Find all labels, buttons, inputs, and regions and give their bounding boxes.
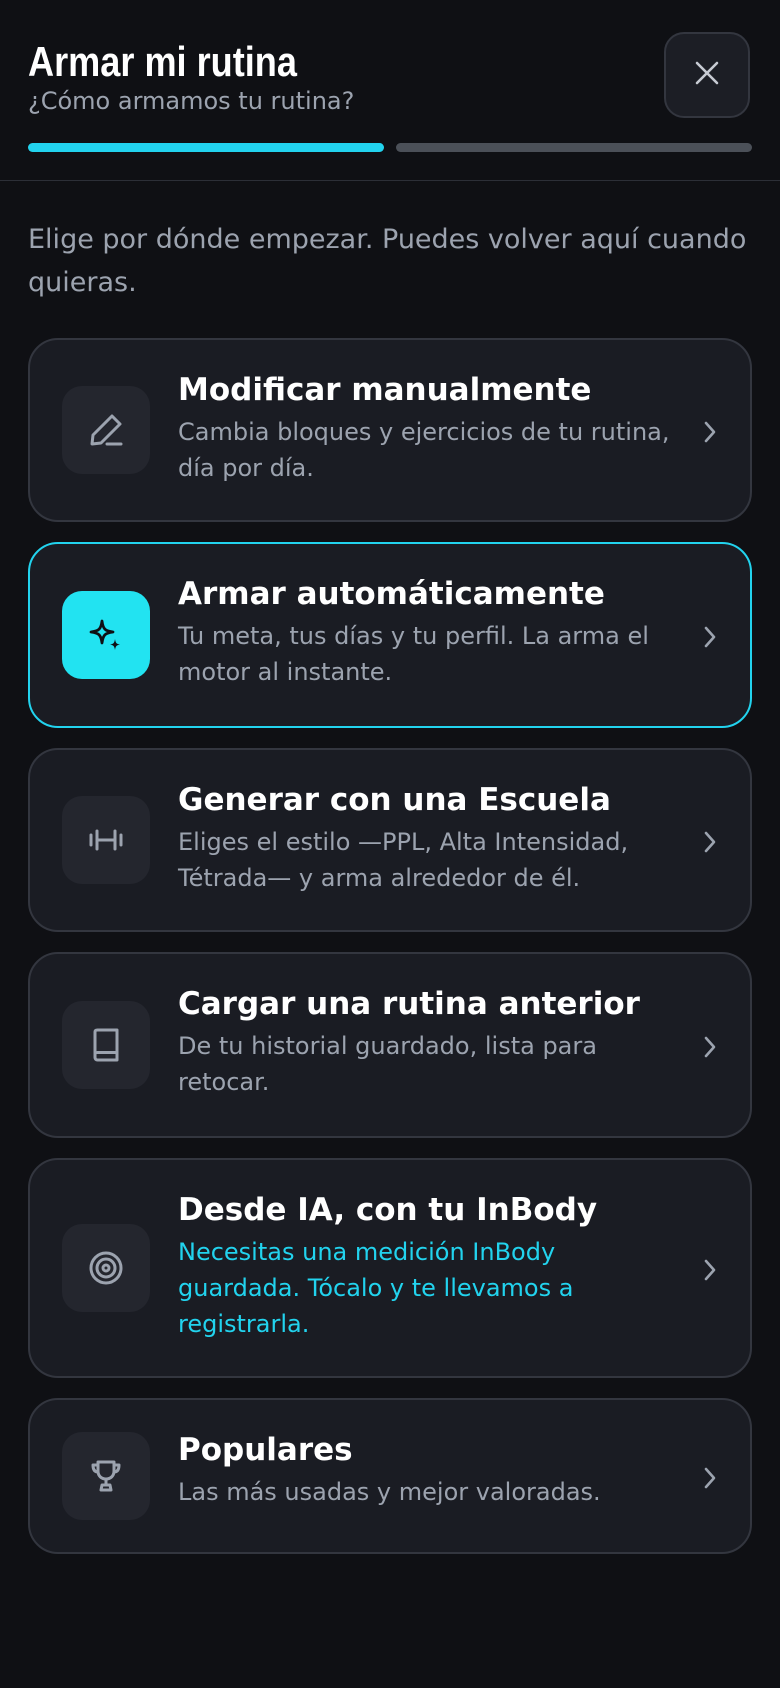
dumbbell-icon <box>62 796 150 884</box>
pencil-icon <box>62 386 150 474</box>
option-title: Modificar manualmente <box>178 372 592 408</box>
close-button[interactable] <box>664 32 750 118</box>
option-popular[interactable]: Populares Las más usadas y mejor valorad… <box>28 1398 752 1554</box>
option-description: Necesitas una medición InBody guardada. … <box>178 1238 574 1338</box>
option-description: Cambia bloques y ejercicios de tu rutina… <box>178 418 670 482</box>
option-automatic[interactable]: Armar automáticamente Tu meta, tus días … <box>28 542 752 728</box>
option-school[interactable]: Generar con una Escuela Eliges el estilo… <box>28 748 752 932</box>
option-previous-routine[interactable]: Cargar una rutina anterior De tu histori… <box>28 952 752 1138</box>
chevron-right-icon <box>700 623 720 651</box>
book-icon <box>62 1001 150 1089</box>
page-title: Armar mi rutina <box>28 38 297 85</box>
sparkles-icon <box>62 591 150 679</box>
header: Armar mi rutina ¿Cómo armamos tu rutina? <box>0 0 780 181</box>
intro-text: Elige por dónde empezar. Puedes volver a… <box>28 224 747 298</box>
trophy-icon <box>62 1432 150 1520</box>
chevron-right-icon <box>700 1033 720 1061</box>
chevron-right-icon <box>700 418 720 446</box>
step-progress <box>28 143 752 152</box>
option-description: Eliges el estilo —PPL, Alta Intensidad, … <box>178 828 629 892</box>
close-icon <box>694 60 720 90</box>
progress-step-2 <box>396 143 752 152</box>
target-icon <box>62 1224 150 1312</box>
option-manual[interactable]: Modificar manualmente Cambia bloques y e… <box>28 338 752 522</box>
chevron-right-icon <box>700 828 720 856</box>
option-inbody-ai[interactable]: Desde IA, con tu InBody Necesitas una me… <box>28 1158 752 1378</box>
chevron-right-icon <box>700 1464 720 1492</box>
option-title: Populares <box>178 1432 353 1468</box>
progress-step-1 <box>28 143 384 152</box>
chevron-right-icon <box>700 1256 720 1284</box>
page-subtitle: ¿Cómo armamos tu rutina? <box>28 87 355 115</box>
option-title: Generar con una Escuela <box>178 782 611 818</box>
option-title: Armar automáticamente <box>178 576 605 612</box>
option-title: Desde IA, con tu InBody <box>178 1192 598 1228</box>
option-title: Cargar una rutina anterior <box>178 986 640 1022</box>
option-description: Las más usadas y mejor valoradas. <box>178 1478 601 1506</box>
option-description: De tu historial guardado, lista para ret… <box>178 1032 597 1096</box>
option-description: Tu meta, tus días y tu perfil. La arma e… <box>178 622 649 686</box>
